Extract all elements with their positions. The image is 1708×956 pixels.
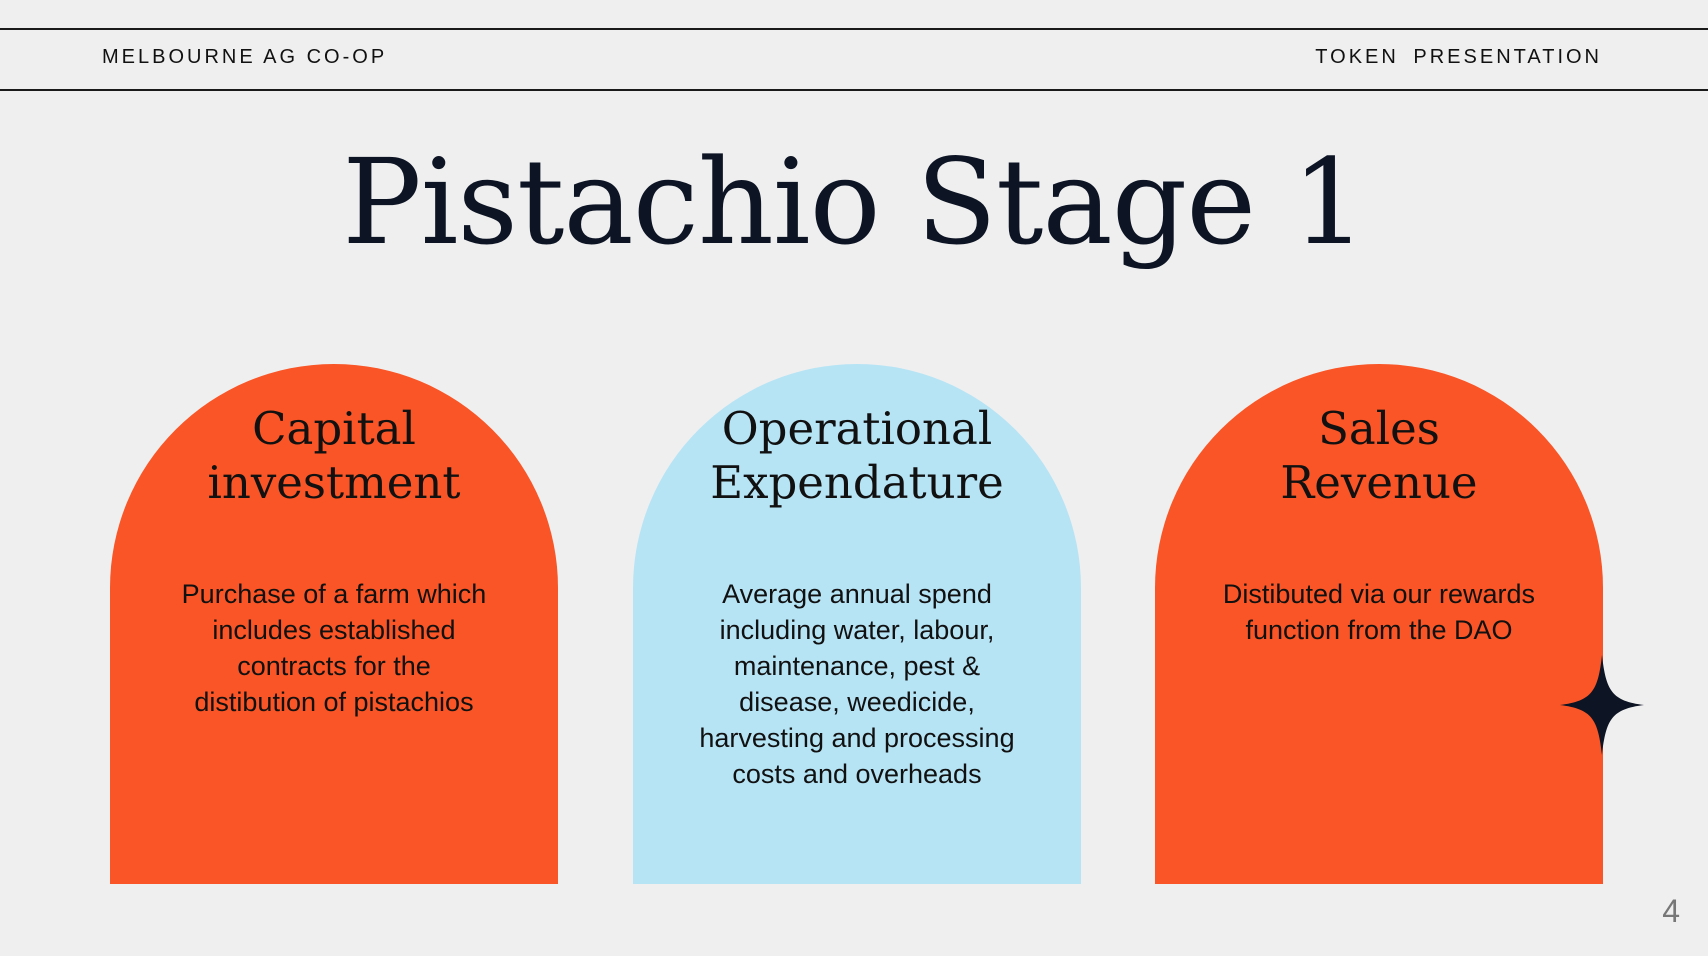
card-heading-line: Capital xyxy=(252,402,416,455)
card-heading-line: Sales xyxy=(1318,402,1440,455)
capital-investment-card: Capital investment Purchase of a farm wh… xyxy=(110,364,558,884)
page-number: 4 xyxy=(1662,893,1680,929)
deck-label: TOKEN PRESENTATION xyxy=(1315,46,1602,68)
card-heading: Capital investment xyxy=(110,402,558,510)
four-point-star-icon xyxy=(1560,655,1644,755)
slide: MELBOURNE AG CO-OP TOKEN PRESENTATION Pi… xyxy=(0,0,1708,956)
card-body: Average annual spend including water, la… xyxy=(699,579,1015,789)
card-heading: Sales Revenue xyxy=(1155,402,1603,510)
slide-title: Pistachio Stage 1 xyxy=(342,133,1366,271)
header-bottom-rule xyxy=(0,89,1708,91)
card-heading-line: investment xyxy=(207,456,461,509)
card-heading-line: Operational xyxy=(721,402,993,455)
header-top-rule xyxy=(0,28,1708,30)
card-body: Distibuted via our rewards function from… xyxy=(1222,579,1536,645)
card-heading: Operational Expendature xyxy=(633,402,1081,510)
card-heading-line: Expendature xyxy=(710,456,1004,509)
card-body: Purchase of a farm which includes establ… xyxy=(181,579,487,717)
card-heading-line: Revenue xyxy=(1280,456,1478,509)
operational-expenditure-card: Operational Expendature Average annual s… xyxy=(633,364,1081,884)
sales-revenue-card: Sales Revenue Distibuted via our rewards… xyxy=(1155,364,1603,884)
brand-label: MELBOURNE AG CO-OP xyxy=(102,46,388,68)
